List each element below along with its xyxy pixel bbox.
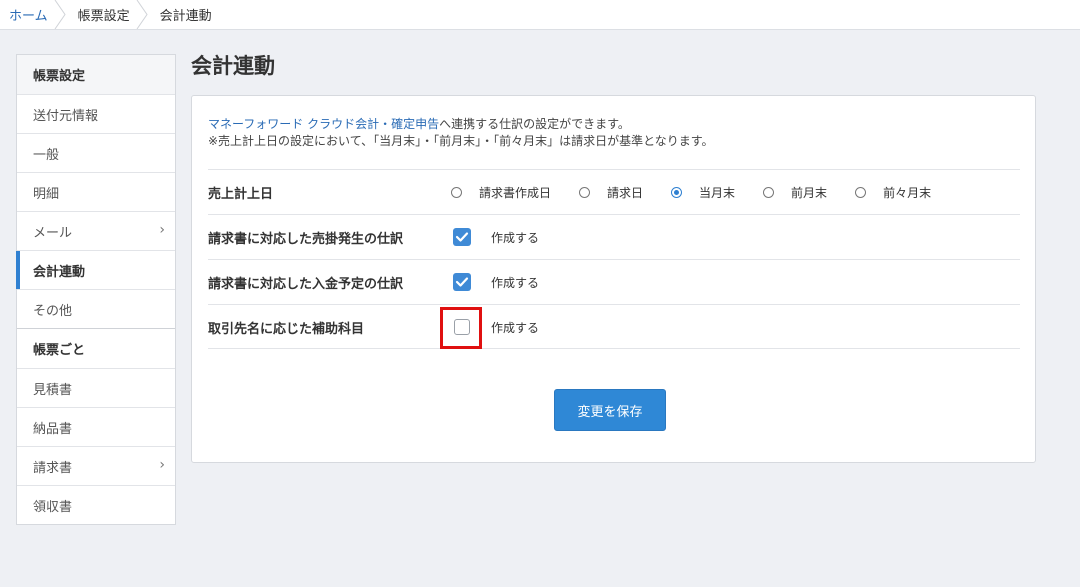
sidebar-item-label: 納品書 bbox=[33, 421, 73, 437]
sidebar-item-quote[interactable]: 見積書 bbox=[17, 368, 175, 407]
breadcrumb-current: 会計連動 bbox=[150, 0, 232, 29]
sidebar-item-delivery-note[interactable]: 納品書 bbox=[17, 407, 175, 446]
deposit-entry-checkbox[interactable] bbox=[453, 273, 471, 291]
radio-label[interactable]: 当月末 bbox=[699, 184, 735, 201]
settings-sidebar: 帳票設定 送付元情報 一般 明細 メール › 会計連動 その他 帳票ごと 見積書 … bbox=[16, 54, 176, 525]
sales-date-radio-group: 請求書作成日 請求日 当月末 前月末 前々月末 bbox=[451, 184, 959, 201]
sidebar-section-per-form: 帳票ごと bbox=[17, 328, 175, 368]
radio-option-end-of-prev-month[interactable]: 前月末 bbox=[763, 184, 827, 201]
radio-label[interactable]: 請求日 bbox=[607, 184, 643, 201]
sub-account-label: 取引先名に応じた補助科目 bbox=[208, 322, 365, 337]
sidebar-item-label: 帳票ごと bbox=[33, 343, 86, 358]
breadcrumb-settings-link[interactable]: 帳票設定 bbox=[68, 0, 150, 29]
sidebar-item-label: 請求書 bbox=[33, 460, 73, 476]
sidebar-item-receipt[interactable]: 領収書 bbox=[17, 485, 175, 524]
intro-note: ※売上計上日の設定において、「当月末」・「前月末」・「前々月末」は請求日が基準と… bbox=[208, 134, 714, 148]
checkbox-label[interactable]: 作成する bbox=[491, 319, 539, 336]
sidebar-item-label: 一般 bbox=[33, 147, 60, 163]
receivable-entry-row: 請求書に対応した売掛発生の仕訳 作成する bbox=[208, 214, 1020, 259]
sales-date-label: 売上計上日 bbox=[208, 187, 274, 202]
radio-button-selected[interactable] bbox=[671, 187, 683, 198]
sidebar-item-label: 会計連動 bbox=[33, 264, 86, 280]
sidebar-item-other[interactable]: その他 bbox=[17, 289, 175, 328]
chevron-right-icon: › bbox=[159, 457, 165, 473]
breadcrumb-current-label: 会計連動 bbox=[159, 9, 212, 24]
radio-label[interactable]: 請求書作成日 bbox=[479, 184, 551, 201]
breadcrumb-settings-label[interactable]: 帳票設定 bbox=[78, 5, 130, 24]
radio-option-invoice-date[interactable]: 請求日 bbox=[579, 184, 643, 201]
settings-card: マネーフォワード クラウド会計・確定申告へ連携する仕訳の設定ができます。 ※売上… bbox=[191, 95, 1036, 463]
sidebar-item-details[interactable]: 明細 bbox=[17, 172, 175, 211]
intro-line-1: へ連携する仕訳の設定ができます。 bbox=[439, 117, 630, 131]
radio-button[interactable] bbox=[763, 187, 775, 198]
highlight-box bbox=[440, 307, 482, 349]
radio-option-invoice-created[interactable]: 請求書作成日 bbox=[451, 184, 551, 201]
sidebar-item-label: 領収書 bbox=[33, 499, 73, 515]
accounting-service-link[interactable]: マネーフォワード クラウド会計・確定申告 bbox=[208, 117, 439, 131]
settings-form: 売上計上日 請求書作成日 請求日 当月末 前月末 前々月末 請求書に対応した売掛… bbox=[208, 169, 1020, 349]
checkbox-label[interactable]: 作成する bbox=[491, 274, 539, 291]
breadcrumb-home-link[interactable]: ホーム bbox=[0, 0, 68, 29]
sidebar-item-sender-info[interactable]: 送付元情報 bbox=[17, 94, 175, 133]
deposit-entry-row: 請求書に対応した入金予定の仕訳 作成する bbox=[208, 259, 1020, 304]
sidebar-item-label: 帳票設定 bbox=[33, 69, 86, 84]
sidebar-item-label: 見積書 bbox=[33, 382, 73, 398]
sidebar-item-label: 送付元情報 bbox=[33, 108, 99, 124]
sidebar-item-mail[interactable]: メール › bbox=[17, 211, 175, 250]
sales-date-row: 売上計上日 請求書作成日 請求日 当月末 前月末 前々月末 bbox=[208, 169, 1020, 214]
save-changes-button[interactable]: 変更を保存 bbox=[554, 389, 666, 431]
sidebar-item-general[interactable]: 一般 bbox=[17, 133, 175, 172]
sidebar-item-accounting-link[interactable]: 会計連動 bbox=[16, 250, 175, 289]
breadcrumb-separator-icon bbox=[136, 0, 148, 29]
breadcrumb: ホーム 帳票設定 会計連動 bbox=[0, 0, 1080, 30]
radio-button[interactable] bbox=[579, 187, 591, 198]
page-title: 会計連動 bbox=[191, 54, 275, 78]
sidebar-item-label: メール bbox=[33, 225, 73, 241]
sidebar-header-form-settings: 帳票設定 bbox=[17, 55, 175, 94]
sidebar-item-label: その他 bbox=[33, 303, 73, 319]
intro-text: マネーフォワード クラウド会計・確定申告へ連携する仕訳の設定ができます。 ※売上… bbox=[208, 116, 714, 150]
breadcrumb-separator-icon bbox=[54, 0, 66, 29]
radio-button[interactable] bbox=[855, 187, 867, 198]
radio-label[interactable]: 前々月末 bbox=[883, 184, 931, 201]
sidebar-item-label: 明細 bbox=[33, 186, 60, 202]
receivable-entry-checkbox[interactable] bbox=[453, 228, 471, 246]
radio-button[interactable] bbox=[451, 187, 462, 198]
radio-label[interactable]: 前月末 bbox=[791, 184, 827, 201]
checkbox-label[interactable]: 作成する bbox=[491, 229, 539, 246]
breadcrumb-home-label[interactable]: ホーム bbox=[9, 5, 48, 24]
radio-option-end-of-month[interactable]: 当月末 bbox=[671, 184, 735, 201]
deposit-entry-label: 請求書に対応した入金予定の仕訳 bbox=[208, 277, 404, 292]
sidebar-item-invoice[interactable]: 請求書 › bbox=[17, 446, 175, 485]
sub-account-row: 取引先名に応じた補助科目 作成する bbox=[208, 304, 1020, 349]
chevron-right-icon: › bbox=[159, 222, 165, 238]
radio-option-end-of-two-months-ago[interactable]: 前々月末 bbox=[855, 184, 931, 201]
receivable-entry-label: 請求書に対応した売掛発生の仕訳 bbox=[208, 232, 404, 247]
